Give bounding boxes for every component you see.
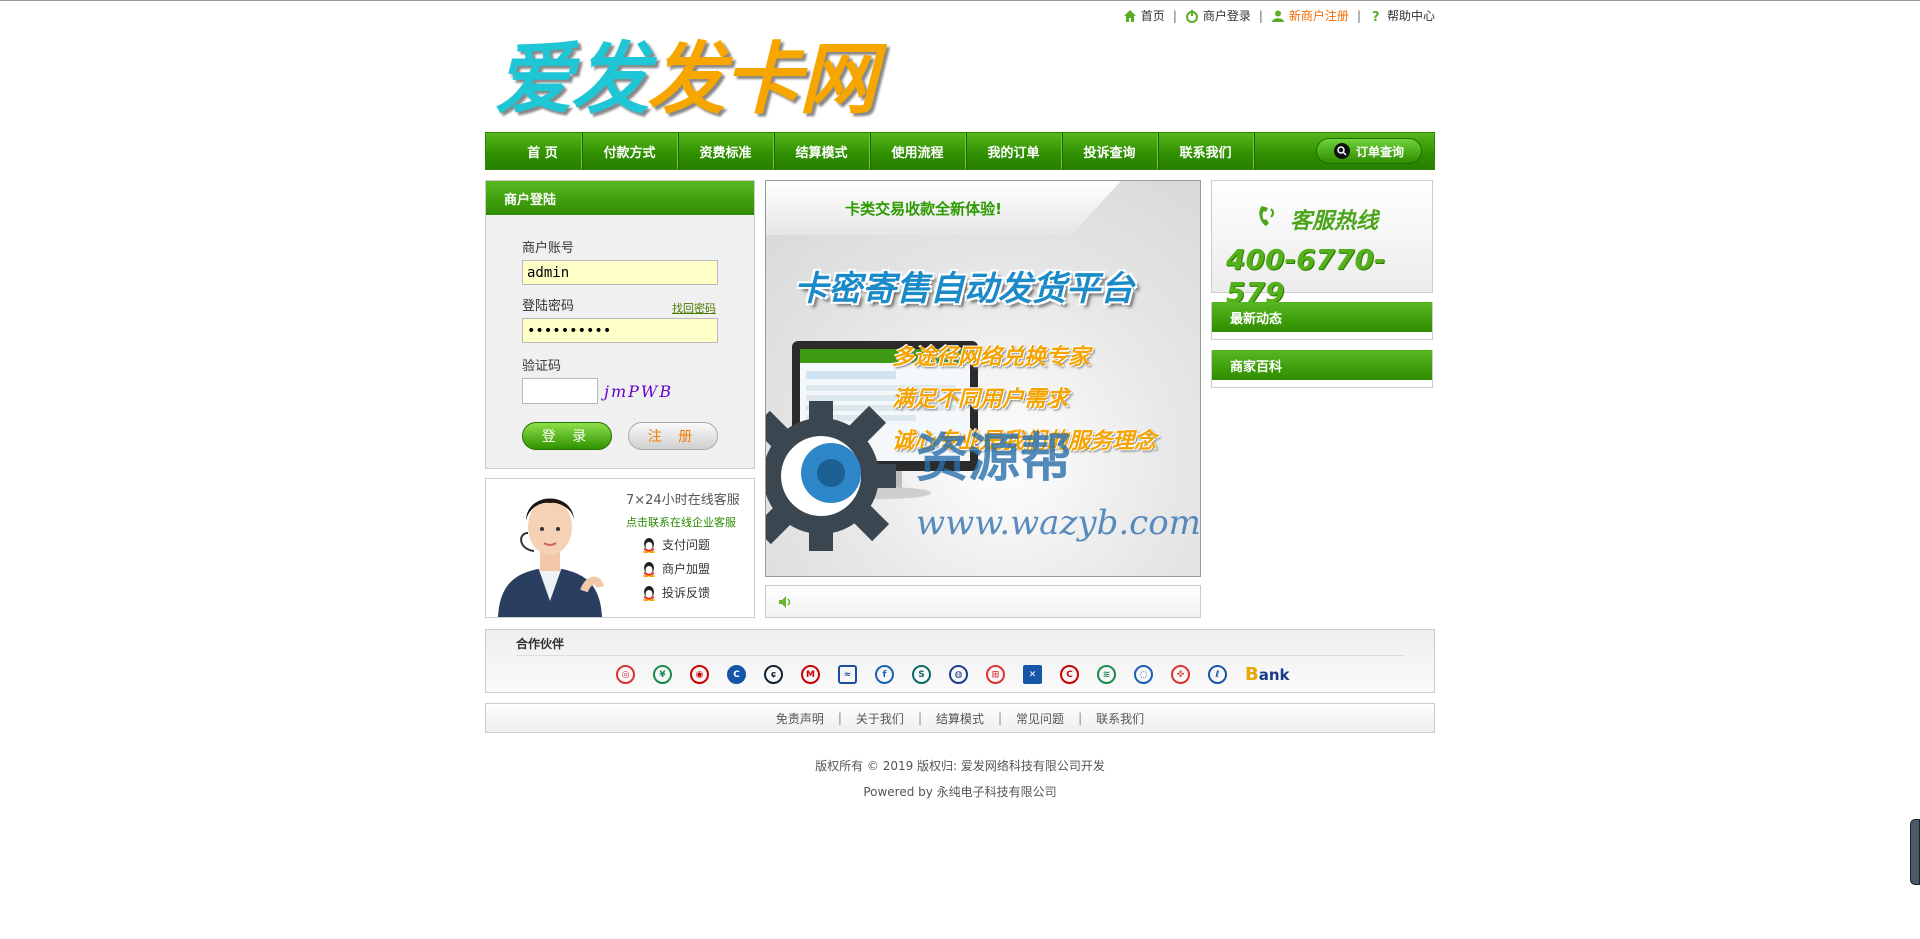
side-float-handle[interactable] (1910, 819, 1920, 885)
footer-link-settlement[interactable]: 结算模式 (936, 710, 984, 727)
promo-banner[interactable]: 卡类交易收款全新体验! 卡密寄售自动发货平台 多途径网络兑换专家 满足不同用户需… (765, 180, 1201, 577)
service-hotline: 客服热线 400-6770-579 (1211, 180, 1433, 309)
forgot-password-link[interactable]: 找回密码 (672, 300, 716, 316)
hotline-number: 400-6770-579 (1226, 243, 1386, 309)
service-title: 7×24小时在线客服 (626, 493, 740, 508)
latest-news-box: 最新动态 (1211, 302, 1433, 340)
qq-icon (643, 561, 655, 577)
bank-logo-icon[interactable]: ¥ (653, 665, 672, 684)
speaker-icon (779, 595, 791, 608)
hotline-label: 客服热线 (1290, 209, 1379, 234)
footer-link-about[interactable]: 关于我们 (856, 710, 904, 727)
search-icon (1333, 143, 1350, 159)
bank-logo-icon[interactable]: C (1060, 665, 1079, 684)
qq-support-join[interactable]: 商户加盟 (642, 560, 754, 577)
login-button[interactable]: 登 录 (522, 422, 612, 450)
bank-logo-icon[interactable]: ⊞ (986, 665, 1005, 684)
bank-logo-icon[interactable]: ✕ (1023, 665, 1042, 684)
powered-by-text: Powered by 永纯电子科技有限公司 (863, 785, 1057, 799)
bank-logo-icon[interactable]: ɕ (764, 665, 783, 684)
home-icon (1123, 9, 1136, 22)
phone-icon (1259, 206, 1274, 226)
question-icon: ? (1372, 10, 1380, 23)
nav-item-payment[interactable]: 付款方式 (582, 133, 678, 169)
svg-text:?: ? (1372, 10, 1380, 23)
help-link[interactable]: ? 帮助中心 (1369, 7, 1435, 24)
password-input[interactable] (522, 318, 718, 343)
captcha-image[interactable]: jmPWB (604, 380, 672, 402)
qq-support-payment[interactable]: 支付问题 (642, 536, 754, 553)
captcha-label: 验证码 (522, 359, 562, 374)
top-links: 首页 | 商户登录 | 新商户注册 | ? 帮助中心 (1123, 7, 1435, 24)
bank-logo-icon[interactable]: ◉ (690, 665, 709, 684)
footer-link-disclaimer[interactable]: 免责声明 (776, 710, 824, 727)
merchant-wiki-box: 商家百科 (1211, 350, 1433, 388)
merchant-login-panel: 商户登陆 商户账号 登陆密码 找回密码 验证码 jmPWB 登 录 注 册 (485, 180, 755, 469)
register-button[interactable]: 注 册 (628, 422, 718, 450)
service-agent-image (488, 481, 612, 617)
partners-title: 合作伙伴 (516, 637, 565, 651)
banner-line-3: 诚心专业是我们的服务理念 (892, 429, 1157, 454)
nav-item-complaints[interactable]: 投诉查询 (1062, 133, 1158, 169)
footer-link-faq[interactable]: 常见问题 (1016, 710, 1064, 727)
copyright-text: 版权所有 © 2019 版权归: 爱发网络科技有限公司开发 (815, 759, 1105, 773)
banner-tagline: 卡类交易收款全新体验! (766, 181, 1121, 235)
new-register-link[interactable]: 新商户注册 (1271, 7, 1349, 24)
site-logo[interactable]: 爱发 发卡网 (495, 17, 877, 125)
qq-icon (643, 585, 655, 601)
bank-logo-icon[interactable]: ◍ (949, 665, 968, 684)
login-panel-title: 商户登陆 (486, 181, 754, 215)
bank-logo-icon[interactable]: S (912, 665, 931, 684)
password-label: 登陆密码 (522, 299, 575, 314)
nav-item-settlement[interactable]: 结算模式 (774, 133, 870, 169)
bank-logo-icon[interactable]: ℓ (1208, 665, 1227, 684)
main-nav: 首 页 付款方式 资费标准 结算模式 使用流程 我的订单 投诉查询 联系我们 订… (485, 132, 1435, 170)
merchant-login-link[interactable]: 商户登录 (1185, 7, 1251, 24)
bank-logo-icon[interactable]: f (875, 665, 894, 684)
copyright: 版权所有 © 2019 版权归: 爱发网络科技有限公司开发 Powered by… (485, 753, 1435, 805)
footer-links: 免责声明 | 关于我们 | 结算模式 | 常见问题 | 联系我们 (485, 703, 1435, 733)
merchant-wiki-title[interactable]: 商家百科 (1212, 350, 1432, 380)
account-input[interactable] (522, 260, 718, 285)
nav-item-fees[interactable]: 资费标准 (678, 133, 774, 169)
banner-line-1: 多途径网络兑换专家 (892, 345, 1091, 370)
bank-logo-icon[interactable]: ◎ (616, 665, 635, 684)
order-query-button[interactable]: 订单查询 (1316, 138, 1422, 164)
bank-logos: ◎ ¥ ◉ C ɕ M ≈ f S ◍ ⊞ ✕ C ≋ ◌ ✜ ℓ Bank (616, 664, 1290, 685)
qq-icon (643, 537, 655, 553)
bank-logo-text[interactable]: Bank (1245, 664, 1290, 685)
account-label: 商户账号 (522, 241, 575, 256)
latest-news-title[interactable]: 最新动态 (1212, 302, 1432, 332)
bank-logo-icon[interactable]: ≋ (1097, 665, 1116, 684)
captcha-input[interactable] (522, 378, 598, 404)
bank-logo-icon[interactable]: ≈ (838, 665, 857, 684)
nav-item-process[interactable]: 使用流程 (870, 133, 966, 169)
banner-headline: 卡密寄售自动发货平台 (794, 269, 1134, 309)
customer-service-box: 7×24小时在线客服 点击联系在线企业客服 支付问题 商户加盟 投诉反馈 (485, 478, 755, 618)
bank-logo-icon[interactable]: ✜ (1171, 665, 1190, 684)
bank-logo-icon[interactable]: ◌ (1134, 665, 1153, 684)
nav-item-my-orders[interactable]: 我的订单 (966, 133, 1062, 169)
bank-logo-icon[interactable]: C (727, 665, 746, 684)
service-subtitle[interactable]: 点击联系在线企业客服 (626, 514, 754, 530)
qq-support-complaint[interactable]: 投诉反馈 (642, 584, 754, 601)
user-add-icon (1271, 10, 1284, 22)
power-icon (1185, 9, 1198, 23)
partners-section: 合作伙伴 ◎ ¥ ◉ C ɕ M ≈ f S ◍ ⊞ ✕ C ≋ ◌ ✜ ℓ B… (485, 629, 1435, 693)
footer-link-contact[interactable]: 联系我们 (1096, 710, 1144, 727)
watermark-url: www.wazyb.com (916, 503, 1201, 543)
home-link[interactable]: 首页 (1123, 7, 1165, 24)
nav-item-home[interactable]: 首 页 (504, 133, 582, 169)
nav-item-contact[interactable]: 联系我们 (1158, 133, 1254, 169)
bank-logo-icon[interactable]: M (801, 665, 820, 684)
banner-line-2: 满足不同用户需求 (892, 387, 1069, 412)
announcement-ticker[interactable] (765, 585, 1201, 618)
